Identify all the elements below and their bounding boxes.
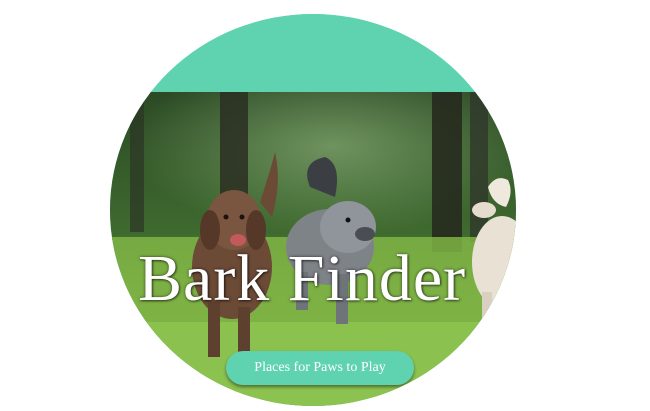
hero-circle: Bark Finder Places for Paws to Play bbox=[110, 14, 516, 406]
page: Bark Finder Places for Paws to Play bbox=[0, 0, 650, 411]
header-band bbox=[110, 14, 516, 92]
hero-title: Bark Finder bbox=[138, 242, 467, 315]
places-for-paws-button[interactable]: Places for Paws to Play bbox=[226, 351, 414, 385]
